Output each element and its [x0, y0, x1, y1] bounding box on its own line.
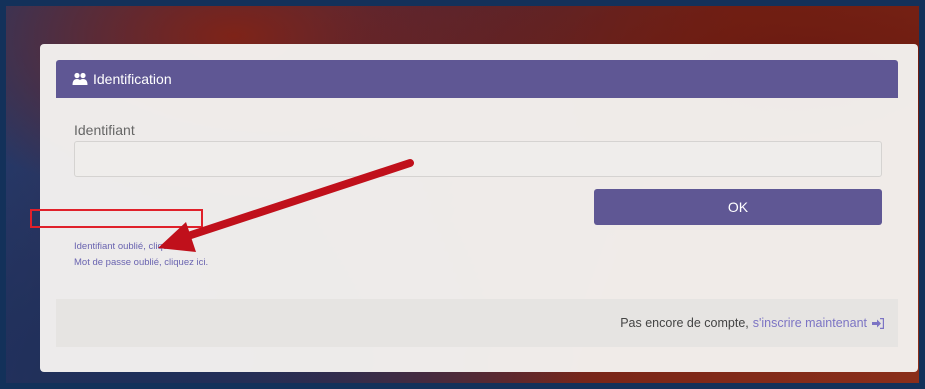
- forgot-password-link[interactable]: Mot de passe oublié, cliquez ici.: [74, 257, 208, 268]
- login-icon[interactable]: [872, 317, 884, 329]
- login-card: Identification Identifiant OK Identifian…: [40, 44, 918, 372]
- ok-button[interactable]: OK: [594, 189, 882, 225]
- signup-bar: Pas encore de compte, s'inscrire mainten…: [56, 299, 898, 347]
- identifiant-label: Identifiant: [74, 122, 135, 138]
- users-icon: [72, 72, 88, 85]
- signup-prompt: Pas encore de compte,: [620, 316, 749, 330]
- background-frame: Identification Identifiant OK Identifian…: [0, 0, 925, 389]
- card-header: Identification: [56, 60, 898, 98]
- annotation-highlight-box: [30, 209, 203, 228]
- forgot-username-link[interactable]: Identifiant oublié, cliquez ici.: [74, 241, 192, 252]
- identifiant-input[interactable]: [74, 141, 882, 177]
- card-title: Identification: [93, 71, 172, 87]
- signup-link[interactable]: s'inscrire maintenant: [753, 316, 867, 330]
